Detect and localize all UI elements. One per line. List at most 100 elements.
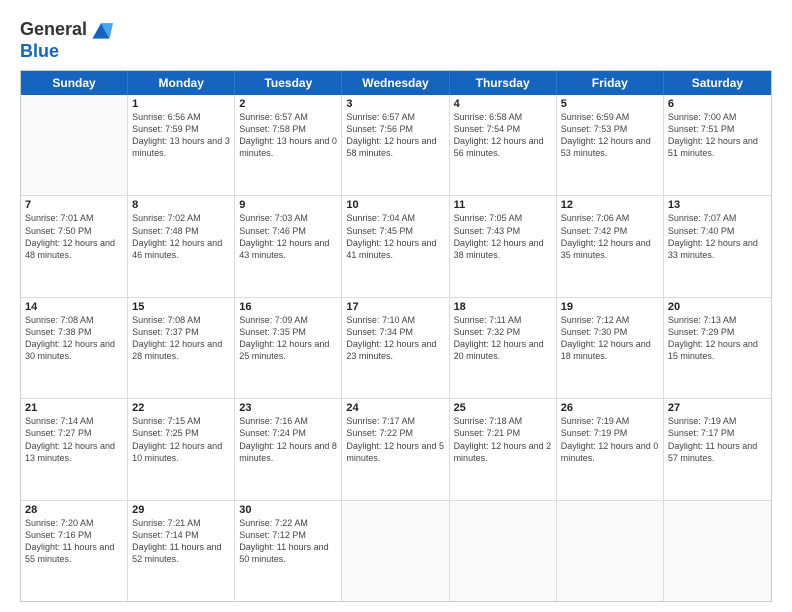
day-cell-26: 26Sunrise: 7:19 AMSunset: 7:19 PMDayligh… (557, 399, 664, 499)
day-number: 24 (346, 402, 444, 414)
day-info: Sunrise: 6:57 AMSunset: 7:58 PMDaylight:… (239, 111, 337, 160)
header-day-monday: Monday (128, 71, 235, 95)
day-number: 10 (346, 199, 444, 211)
day-info: Sunrise: 7:12 AMSunset: 7:30 PMDaylight:… (561, 314, 659, 363)
day-info: Sunrise: 7:08 AMSunset: 7:38 PMDaylight:… (25, 314, 123, 363)
day-number: 4 (454, 98, 552, 110)
day-cell-12: 12Sunrise: 7:06 AMSunset: 7:42 PMDayligh… (557, 196, 664, 296)
day-info: Sunrise: 7:18 AMSunset: 7:21 PMDaylight:… (454, 415, 552, 464)
day-info: Sunrise: 7:02 AMSunset: 7:48 PMDaylight:… (132, 212, 230, 261)
header-day-sunday: Sunday (21, 71, 128, 95)
day-cell-16: 16Sunrise: 7:09 AMSunset: 7:35 PMDayligh… (235, 298, 342, 398)
day-cell-3: 3Sunrise: 6:57 AMSunset: 7:56 PMDaylight… (342, 95, 449, 195)
day-cell-23: 23Sunrise: 7:16 AMSunset: 7:24 PMDayligh… (235, 399, 342, 499)
day-info: Sunrise: 7:13 AMSunset: 7:29 PMDaylight:… (668, 314, 767, 363)
day-info: Sunrise: 7:22 AMSunset: 7:12 PMDaylight:… (239, 517, 337, 566)
day-cell-empty (664, 501, 771, 601)
day-cell-5: 5Sunrise: 6:59 AMSunset: 7:53 PMDaylight… (557, 95, 664, 195)
day-info: Sunrise: 7:08 AMSunset: 7:37 PMDaylight:… (132, 314, 230, 363)
day-cell-1: 1Sunrise: 6:56 AMSunset: 7:59 PMDaylight… (128, 95, 235, 195)
day-info: Sunrise: 7:00 AMSunset: 7:51 PMDaylight:… (668, 111, 767, 160)
day-cell-30: 30Sunrise: 7:22 AMSunset: 7:12 PMDayligh… (235, 501, 342, 601)
day-cell-8: 8Sunrise: 7:02 AMSunset: 7:48 PMDaylight… (128, 196, 235, 296)
week-row-2: 7Sunrise: 7:01 AMSunset: 7:50 PMDaylight… (21, 196, 771, 297)
day-number: 12 (561, 199, 659, 211)
day-info: Sunrise: 6:56 AMSunset: 7:59 PMDaylight:… (132, 111, 230, 160)
header-day-friday: Friday (557, 71, 664, 95)
day-number: 1 (132, 98, 230, 110)
day-cell-14: 14Sunrise: 7:08 AMSunset: 7:38 PMDayligh… (21, 298, 128, 398)
day-cell-21: 21Sunrise: 7:14 AMSunset: 7:27 PMDayligh… (21, 399, 128, 499)
logo-general: General (20, 19, 87, 39)
day-info: Sunrise: 7:17 AMSunset: 7:22 PMDaylight:… (346, 415, 444, 464)
day-number: 9 (239, 199, 337, 211)
day-number: 16 (239, 301, 337, 313)
day-number: 18 (454, 301, 552, 313)
header-day-wednesday: Wednesday (342, 71, 449, 95)
day-info: Sunrise: 6:58 AMSunset: 7:54 PMDaylight:… (454, 111, 552, 160)
day-cell-29: 29Sunrise: 7:21 AMSunset: 7:14 PMDayligh… (128, 501, 235, 601)
day-number: 2 (239, 98, 337, 110)
day-cell-18: 18Sunrise: 7:11 AMSunset: 7:32 PMDayligh… (450, 298, 557, 398)
day-number: 20 (668, 301, 767, 313)
day-info: Sunrise: 7:14 AMSunset: 7:27 PMDaylight:… (25, 415, 123, 464)
day-number: 28 (25, 504, 123, 516)
day-cell-empty (21, 95, 128, 195)
day-cell-6: 6Sunrise: 7:00 AMSunset: 7:51 PMDaylight… (664, 95, 771, 195)
day-number: 27 (668, 402, 767, 414)
day-cell-20: 20Sunrise: 7:13 AMSunset: 7:29 PMDayligh… (664, 298, 771, 398)
logo-text: General (20, 20, 87, 40)
day-cell-22: 22Sunrise: 7:15 AMSunset: 7:25 PMDayligh… (128, 399, 235, 499)
day-info: Sunrise: 7:11 AMSunset: 7:32 PMDaylight:… (454, 314, 552, 363)
day-number: 19 (561, 301, 659, 313)
week-row-1: 1Sunrise: 6:56 AMSunset: 7:59 PMDaylight… (21, 95, 771, 196)
week-row-4: 21Sunrise: 7:14 AMSunset: 7:27 PMDayligh… (21, 399, 771, 500)
day-info: Sunrise: 7:06 AMSunset: 7:42 PMDaylight:… (561, 212, 659, 261)
day-cell-25: 25Sunrise: 7:18 AMSunset: 7:21 PMDayligh… (450, 399, 557, 499)
day-number: 15 (132, 301, 230, 313)
day-info: Sunrise: 7:21 AMSunset: 7:14 PMDaylight:… (132, 517, 230, 566)
day-info: Sunrise: 7:19 AMSunset: 7:17 PMDaylight:… (668, 415, 767, 464)
day-number: 21 (25, 402, 123, 414)
day-cell-28: 28Sunrise: 7:20 AMSunset: 7:16 PMDayligh… (21, 501, 128, 601)
logo: General Blue (20, 18, 113, 62)
day-number: 25 (454, 402, 552, 414)
day-info: Sunrise: 7:07 AMSunset: 7:40 PMDaylight:… (668, 212, 767, 261)
day-info: Sunrise: 6:59 AMSunset: 7:53 PMDaylight:… (561, 111, 659, 160)
day-number: 22 (132, 402, 230, 414)
day-number: 7 (25, 199, 123, 211)
logo-icon (89, 18, 113, 42)
day-info: Sunrise: 7:16 AMSunset: 7:24 PMDaylight:… (239, 415, 337, 464)
day-info: Sunrise: 7:20 AMSunset: 7:16 PMDaylight:… (25, 517, 123, 566)
day-cell-27: 27Sunrise: 7:19 AMSunset: 7:17 PMDayligh… (664, 399, 771, 499)
day-number: 30 (239, 504, 337, 516)
day-cell-24: 24Sunrise: 7:17 AMSunset: 7:22 PMDayligh… (342, 399, 449, 499)
logo-blue: Blue (20, 41, 59, 61)
day-number: 29 (132, 504, 230, 516)
day-cell-7: 7Sunrise: 7:01 AMSunset: 7:50 PMDaylight… (21, 196, 128, 296)
day-cell-empty (557, 501, 664, 601)
header-day-saturday: Saturday (664, 71, 771, 95)
week-row-3: 14Sunrise: 7:08 AMSunset: 7:38 PMDayligh… (21, 298, 771, 399)
day-info: Sunrise: 7:15 AMSunset: 7:25 PMDaylight:… (132, 415, 230, 464)
day-number: 13 (668, 199, 767, 211)
day-cell-empty (450, 501, 557, 601)
calendar-body: 1Sunrise: 6:56 AMSunset: 7:59 PMDaylight… (21, 95, 771, 601)
day-info: Sunrise: 7:03 AMSunset: 7:46 PMDaylight:… (239, 212, 337, 261)
day-cell-19: 19Sunrise: 7:12 AMSunset: 7:30 PMDayligh… (557, 298, 664, 398)
day-info: Sunrise: 6:57 AMSunset: 7:56 PMDaylight:… (346, 111, 444, 160)
page: General Blue SundayMondayTuesdayWednesda… (0, 0, 792, 612)
day-number: 26 (561, 402, 659, 414)
day-info: Sunrise: 7:05 AMSunset: 7:43 PMDaylight:… (454, 212, 552, 261)
day-info: Sunrise: 7:09 AMSunset: 7:35 PMDaylight:… (239, 314, 337, 363)
day-cell-11: 11Sunrise: 7:05 AMSunset: 7:43 PMDayligh… (450, 196, 557, 296)
header-day-tuesday: Tuesday (235, 71, 342, 95)
calendar-header-row: SundayMondayTuesdayWednesdayThursdayFrid… (21, 71, 771, 95)
day-cell-15: 15Sunrise: 7:08 AMSunset: 7:37 PMDayligh… (128, 298, 235, 398)
week-row-5: 28Sunrise: 7:20 AMSunset: 7:16 PMDayligh… (21, 501, 771, 601)
day-info: Sunrise: 7:10 AMSunset: 7:34 PMDaylight:… (346, 314, 444, 363)
day-cell-4: 4Sunrise: 6:58 AMSunset: 7:54 PMDaylight… (450, 95, 557, 195)
header-day-thursday: Thursday (450, 71, 557, 95)
day-cell-2: 2Sunrise: 6:57 AMSunset: 7:58 PMDaylight… (235, 95, 342, 195)
day-number: 17 (346, 301, 444, 313)
